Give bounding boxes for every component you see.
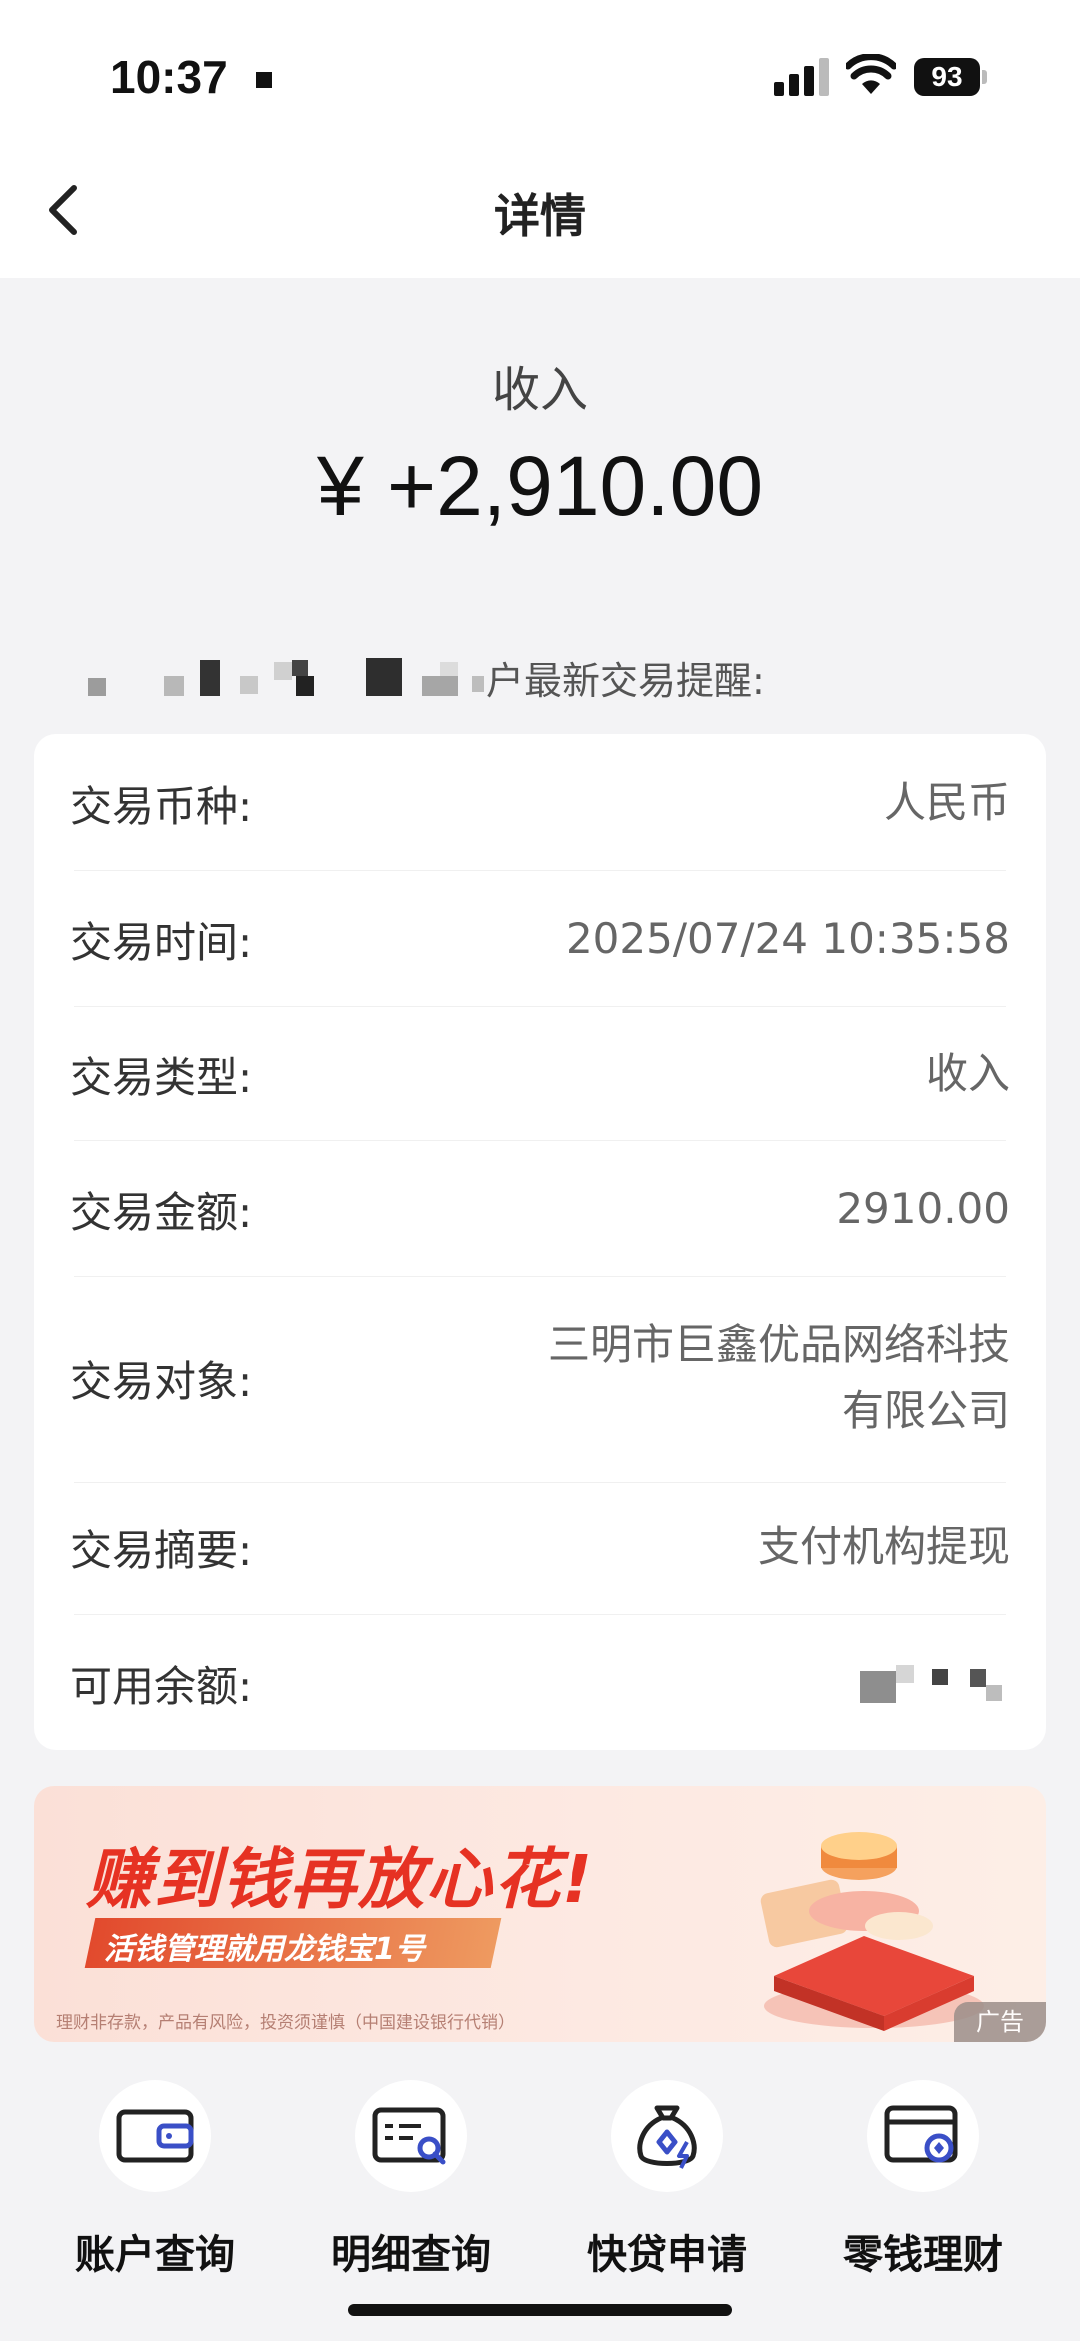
ad-tag: 广告 <box>954 2002 1046 2042</box>
ad-disclaimer: 理财非存款，产品有风险，投资须谨慎（中国建设银行代销） <box>56 2013 515 2033</box>
detail-value: 2910.00 <box>836 1184 1010 1233</box>
divider <box>74 1482 1006 1483</box>
redacted-mosaic <box>896 1665 914 1683</box>
wifi-icon <box>846 54 896 94</box>
nav-bar: 详情 <box>0 150 1080 278</box>
divider <box>74 1006 1006 1007</box>
quick-action-label: 零钱理财 <box>843 2232 1003 2278</box>
detail-row-currency: 交易币种: 人民币 <box>70 768 1010 838</box>
detail-label: 可用余额: <box>70 1661 253 1711</box>
statement-search-icon <box>372 2107 446 2165</box>
counterparty-line-2: 有限公司 <box>841 1386 1010 1435</box>
quick-action-icon-circle <box>867 2080 979 2192</box>
detail-row-counterparty: 交易对象: 三明市巨鑫优品网络科技 有限公司 <box>70 1308 1010 1448</box>
detail-value: 支付机构提现 <box>757 1522 1010 1571</box>
counterparty-line-1: 三明市巨鑫优品网络科技 <box>547 1320 1010 1369</box>
transaction-type-heading: 收入 <box>491 362 588 418</box>
transaction-notice: 户最新交易提醒: <box>88 650 888 703</box>
redacted-mosaic <box>932 1669 948 1685</box>
detail-label: 交易对象: <box>70 1356 253 1406</box>
divider <box>74 870 1006 871</box>
detail-row-balance: 可用余额: <box>70 1648 1010 1718</box>
card-coin-icon <box>884 2105 958 2163</box>
quick-action-icon-circle <box>611 2080 723 2192</box>
quick-action-label: 快贷申请 <box>587 2232 747 2278</box>
battery-indicator: 93 <box>914 58 980 96</box>
redacted-mosaic <box>240 676 258 694</box>
detail-value: 三明市巨鑫优品网络科技 有限公司 <box>548 1312 1010 1444</box>
battery-tip-icon <box>982 70 987 84</box>
redacted-mosaic <box>296 676 314 696</box>
redacted-mosaic <box>274 662 292 680</box>
detail-row-time: 交易时间: 2025/07/24 10:35:58 <box>70 904 1010 974</box>
redacted-mosaic <box>292 660 308 676</box>
redacted-mosaic <box>422 676 458 696</box>
detail-label: 交易时间: <box>70 917 253 967</box>
detail-label: 交易类型: <box>70 1052 253 1102</box>
transaction-detail-card: 交易币种: 人民币 交易时间: 2025/07/24 10:35:58 交易类型… <box>34 734 1046 1750</box>
ad-headline: 赚到钱再放心花! <box>86 1841 595 1918</box>
redacted-mosaic <box>164 676 184 696</box>
quick-action-icon-circle <box>355 2080 467 2192</box>
status-time: 10:37 <box>110 51 228 103</box>
redacted-mosaic <box>88 678 106 696</box>
wallet-icon <box>116 2109 194 2163</box>
notice-text: 户最新交易提醒: <box>486 659 765 703</box>
detail-label: 交易金额: <box>70 1187 253 1237</box>
quick-action-account-inquiry[interactable]: 账户查询 <box>45 2080 265 2280</box>
detail-row-type: 交易类型: 收入 <box>70 1039 1010 1109</box>
coin-stack-illustration-icon <box>760 1832 984 2031</box>
redacted-mosaic <box>860 1671 896 1703</box>
divider <box>74 1140 1006 1141</box>
detail-row-summary: 交易摘要: 支付机构提现 <box>70 1512 1010 1582</box>
balance-redacted <box>860 1663 1010 1703</box>
quick-action-quick-loan[interactable]: 快贷申请 <box>557 2080 777 2280</box>
quick-action-change-wealth[interactable]: 零钱理财 <box>813 2080 1033 2280</box>
redacted-mosaic <box>200 660 220 696</box>
detail-value: 2025/07/24 10:35:58 <box>565 914 1010 963</box>
quick-action-label: 明细查询 <box>331 2232 491 2278</box>
detail-value: 收入 <box>925 1049 1010 1098</box>
ad-subline: 活钱管理就用龙钱宝1号 <box>104 1932 425 1967</box>
quick-action-icon-circle <box>99 2080 211 2192</box>
detail-label: 交易币种: <box>70 781 253 831</box>
home-indicator[interactable] <box>348 2304 732 2316</box>
ad-banner[interactable]: 赚到钱再放心花! 活钱管理就用龙钱宝1号 理财非存款，产品有风险，投资须谨慎（中… <box>34 1786 1046 2042</box>
detail-value: 人民币 <box>883 778 1010 827</box>
redacted-mosaic <box>970 1669 986 1687</box>
detail-label: 交易摘要: <box>70 1525 253 1575</box>
quick-actions: 账户查询 明细查询 快贷申请 零钱理财 <box>0 2080 1080 2280</box>
quick-action-statement-inquiry[interactable]: 明细查询 <box>301 2080 521 2280</box>
redacted-mosaic <box>366 658 402 696</box>
redacted-mosaic <box>986 1685 1002 1701</box>
divider <box>74 1614 1006 1615</box>
redacted-mosaic <box>472 676 484 692</box>
money-bag-icon <box>637 2105 697 2169</box>
divider <box>74 1276 1006 1277</box>
quick-action-label: 账户查询 <box>75 2232 235 2278</box>
recording-indicator-icon <box>256 72 272 88</box>
status-bar: 10:37 93 <box>0 0 1080 150</box>
redacted-mosaic <box>440 662 458 676</box>
signal-icon <box>774 58 830 96</box>
page-title: 详情 <box>494 189 586 243</box>
transaction-amount: ¥ +2,910.00 <box>316 439 764 533</box>
detail-row-amount: 交易金额: 2910.00 <box>70 1174 1010 1244</box>
